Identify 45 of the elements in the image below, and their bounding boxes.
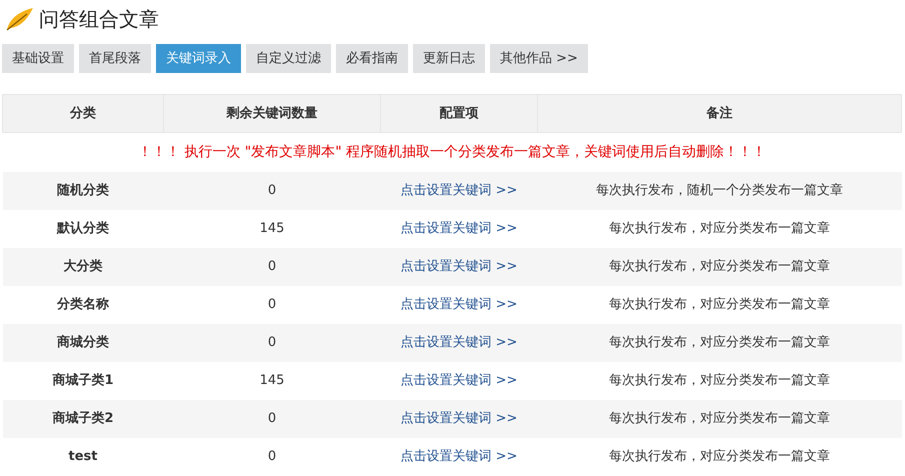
table-cell: 每次执行发布，对应分类发布一篇文章 (538, 286, 902, 324)
table-cell: test (2, 438, 164, 476)
table-cell: 大分类 (2, 248, 164, 286)
table-cell: 每次执行发布，对应分类发布一篇文章 (538, 438, 902, 476)
table-cell: 分类名称 (2, 286, 164, 324)
set-keywords-link[interactable]: 点击设置关键词 >> (400, 372, 518, 388)
table-cell: 每次执行发布，对应分类发布一篇文章 (538, 400, 902, 438)
column-header: 配置项 (380, 94, 538, 132)
table-cell: 0 (164, 248, 380, 286)
set-keywords-link[interactable]: 点击设置关键词 >> (400, 334, 518, 350)
column-header: 备注 (538, 94, 902, 132)
table-cell: 商城子类2 (2, 400, 164, 438)
column-header: 剩余关键词数量 (164, 94, 380, 132)
set-keywords-link[interactable]: 点击设置关键词 >> (400, 182, 518, 198)
table-cell: 每次执行发布，对应分类发布一篇文章 (538, 248, 902, 286)
table-cell: 0 (164, 438, 380, 476)
table-cell: 默认分类 (2, 210, 164, 248)
tab[interactable]: 更新日志 (413, 44, 485, 73)
table-cell: 145 (164, 362, 380, 400)
set-keywords-link[interactable]: 点击设置关键词 >> (400, 448, 518, 464)
table-cell: 随机分类 (2, 172, 164, 210)
set-keywords-link[interactable]: 点击设置关键词 >> (400, 410, 518, 426)
table-cell: 每次执行发布，随机一个分类发布一篇文章 (538, 172, 902, 210)
table-cell: 0 (164, 324, 380, 362)
tab[interactable]: 自定义过滤 (246, 44, 331, 73)
table-cell: 0 (164, 400, 380, 438)
table-cell: 商城子类1 (2, 362, 164, 400)
tab[interactable]: 必看指南 (336, 44, 408, 73)
set-keywords-link[interactable]: 点击设置关键词 >> (400, 258, 518, 274)
table-cell: 每次执行发布，对应分类发布一篇文章 (538, 324, 902, 362)
column-header: 分类 (2, 94, 164, 132)
tab[interactable]: 首尾段落 (79, 44, 151, 73)
table-cell: 商城分类 (2, 324, 164, 362)
set-keywords-link[interactable]: 点击设置关键词 >> (400, 220, 518, 236)
feather-icon (5, 6, 35, 32)
table-cell: 0 (164, 286, 380, 324)
table-cell: 每次执行发布，对应分类发布一篇文章 (538, 210, 902, 248)
page-title: 问答组合文章 (39, 6, 159, 33)
table-cell: 145 (164, 210, 380, 248)
notice-text: ！！！ 执行一次 "发布文章脚本" 程序随机抽取一个分类发布一篇文章，关键词使用后自动删除！！！ (2, 132, 902, 172)
tab[interactable]: 基础设置 (2, 44, 74, 73)
table-cell: 每次执行发布，对应分类发布一篇文章 (538, 362, 902, 400)
set-keywords-link[interactable]: 点击设置关键词 >> (400, 296, 518, 312)
table-cell: 0 (164, 172, 380, 210)
tab[interactable]: 其他作品 >> (490, 44, 588, 73)
